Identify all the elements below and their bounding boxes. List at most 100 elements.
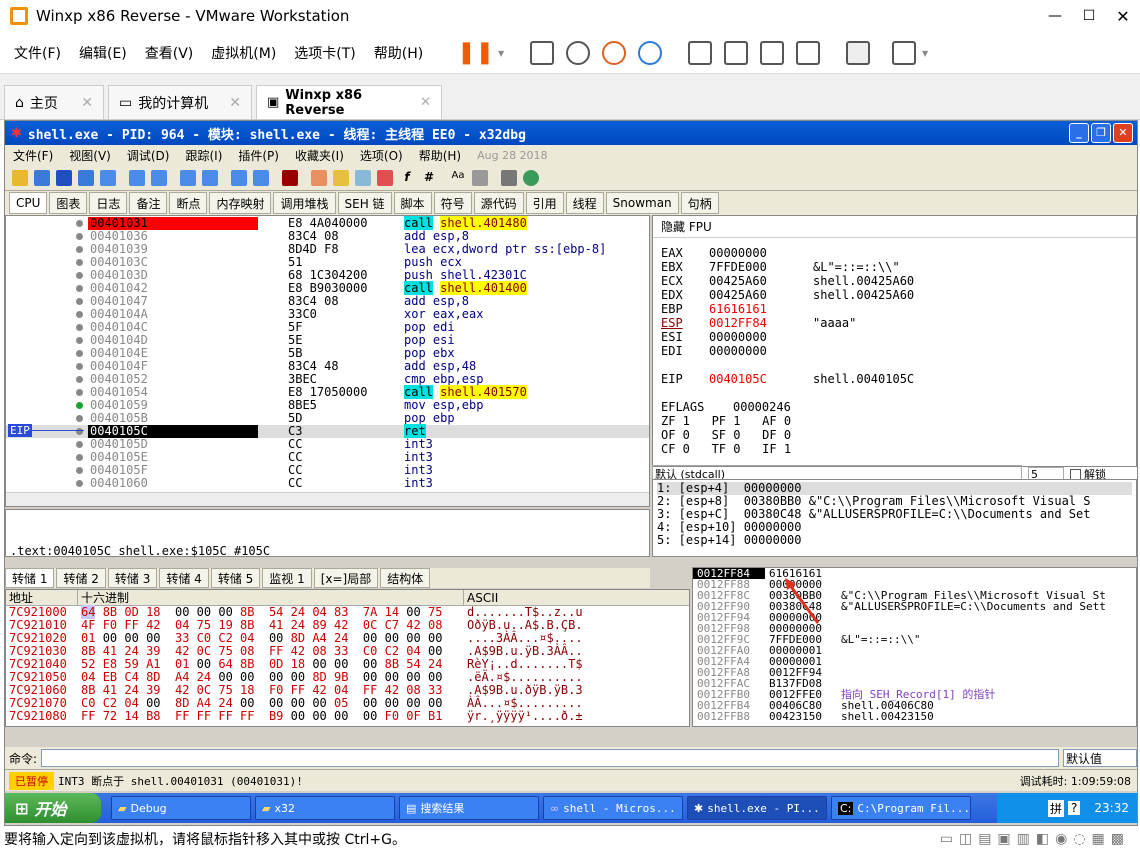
hex-byte[interactable]: FF xyxy=(240,709,254,723)
hex-byte[interactable]: B8 xyxy=(146,709,160,723)
hex-byte[interactable]: FF xyxy=(175,709,189,723)
menu-file[interactable]: 文件(F) xyxy=(13,147,53,164)
command-input[interactable] xyxy=(41,749,1059,767)
hex-byte[interactable]: 01 xyxy=(175,657,189,671)
hex-byte[interactable]: 9B xyxy=(334,670,348,684)
tab-home[interactable]: ⌂ 主页 ✕ xyxy=(4,85,104,119)
hex-byte[interactable]: 04 xyxy=(175,618,189,632)
hex-byte[interactable]: 0D xyxy=(269,657,283,671)
close-icon[interactable]: ✕ xyxy=(81,95,93,111)
hex-byte[interactable]: 42 xyxy=(175,644,189,658)
tab-snowman[interactable]: Snowman xyxy=(605,192,679,214)
hex-byte[interactable]: 0F xyxy=(406,709,420,723)
register-row[interactable]: ESI 00000000 xyxy=(661,330,1128,344)
hex-byte[interactable]: C2 xyxy=(218,631,232,645)
tab-cpu[interactable]: CPU xyxy=(9,192,48,214)
help-icon[interactable]: ? xyxy=(1068,801,1081,815)
hex-byte[interactable]: 04 xyxy=(240,631,254,645)
hex-byte[interactable]: 75 xyxy=(218,683,232,697)
eflags-row[interactable]: EFLAGS 00000246 xyxy=(661,400,1128,414)
hex-byte[interactable]: 75 xyxy=(197,618,211,632)
trace-over-icon[interactable] xyxy=(202,169,218,186)
breakpoint-dot[interactable] xyxy=(76,415,83,422)
stop-icon[interactable] xyxy=(56,169,72,186)
hex-byte[interactable]: 00 xyxy=(406,605,420,619)
breakpoint-dot[interactable] xyxy=(76,454,83,461)
hex-byte[interactable]: FF xyxy=(218,709,232,723)
hex-byte[interactable]: FF xyxy=(81,709,95,723)
font-icon[interactable]: Aa xyxy=(450,170,466,186)
breakpoint-dot[interactable] xyxy=(76,350,83,357)
hex-byte[interactable]: 54 xyxy=(406,657,420,671)
register-value[interactable]: 00000246 xyxy=(733,400,791,414)
register-value[interactable]: 0012FF84 xyxy=(709,316,813,330)
tab-references[interactable]: 引用 xyxy=(525,192,564,214)
run-to-user-icon[interactable] xyxy=(253,169,269,186)
hex-byte[interactable]: E8 xyxy=(103,657,117,671)
hex-byte[interactable]: A1 xyxy=(146,657,160,671)
hex-byte[interactable]: 00 xyxy=(334,709,348,723)
register-row[interactable]: EDX 00425A60 shell.00425A60 xyxy=(661,288,1128,302)
start-button[interactable]: ⊞ 开始 xyxy=(5,793,101,823)
hex-byte[interactable]: 24 xyxy=(334,631,348,645)
hex-byte[interactable]: 41 xyxy=(103,644,117,658)
hex-byte[interactable]: 75 xyxy=(428,605,442,619)
hex-byte[interactable]: 8B xyxy=(240,618,254,632)
hex-byte[interactable]: 33 xyxy=(428,683,442,697)
hex-byte[interactable]: B9 xyxy=(269,709,283,723)
tab-struct[interactable]: 结构体 xyxy=(380,568,431,588)
hex-byte[interactable]: 52 xyxy=(81,657,95,671)
dump-row[interactable]: 7C921080 FF 72 14 B8 FF FF FF FF B9 00 00… xyxy=(6,710,689,723)
breakpoint-dot[interactable] xyxy=(76,246,83,253)
flags-row[interactable]: ZF 1 PF 1 AF 0 xyxy=(661,414,1128,428)
hex-byte[interactable]: 08 xyxy=(312,644,326,658)
revert-snapshot-icon[interactable] xyxy=(602,40,627,65)
register-row[interactable]: ECX 00425A60 shell.00425A60 xyxy=(661,274,1128,288)
register-value[interactable]: 00000000 xyxy=(709,330,813,344)
snapshot-icon[interactable] xyxy=(566,40,591,65)
hex-byte[interactable]: 00 xyxy=(428,696,442,710)
hex-byte[interactable]: 8B xyxy=(385,657,399,671)
hex-byte[interactable]: 00 xyxy=(146,631,160,645)
hex-byte[interactable]: 24 xyxy=(291,618,305,632)
argument-row[interactable]: 5: [esp+14] 00000000 xyxy=(657,534,1132,547)
hex-byte[interactable]: 00 xyxy=(197,605,211,619)
hex-byte[interactable]: 8D xyxy=(175,696,189,710)
breakpoint-dot[interactable] xyxy=(76,480,83,487)
hash-icon[interactable]: # xyxy=(421,170,437,186)
execute-till-return-icon[interactable] xyxy=(231,169,247,186)
stack-view[interactable]: 0012FF84 61616161 0012FF88 00000000 0012FF8C… xyxy=(692,567,1137,727)
hex-byte[interactable]: 00 xyxy=(124,631,138,645)
hex-byte[interactable]: 24 xyxy=(124,644,138,658)
tab-threads[interactable]: 线程 xyxy=(565,192,604,214)
run-icon[interactable] xyxy=(78,169,94,186)
task-debug[interactable]: ▰ Debug xyxy=(111,796,251,820)
hex-byte[interactable]: 24 xyxy=(428,657,442,671)
hex-byte[interactable]: 00 xyxy=(428,644,442,658)
unlock-checkbox[interactable] xyxy=(1070,468,1081,480)
hex-byte[interactable]: C4 xyxy=(124,670,138,684)
hex-byte[interactable]: 00 xyxy=(269,696,283,710)
register-row[interactable]: EAX 00000000 xyxy=(661,246,1128,260)
register-value[interactable]: 7FFDE000 xyxy=(709,260,813,274)
hex-byte[interactable]: 39 xyxy=(146,644,160,658)
hex-byte[interactable]: 00 xyxy=(291,696,305,710)
hex-byte[interactable]: 59 xyxy=(124,657,138,671)
tab-dump-2[interactable]: 转储 2 xyxy=(56,568,106,588)
tab-graph[interactable]: 图表 xyxy=(49,192,88,214)
hex-byte[interactable]: 8B xyxy=(240,605,254,619)
hex-byte[interactable]: EB xyxy=(103,670,117,684)
hex-byte[interactable]: 42 xyxy=(291,644,305,658)
hex-byte[interactable]: 00 xyxy=(406,696,420,710)
hex-byte[interactable]: F0 xyxy=(103,618,117,632)
menu-favourites[interactable]: 收藏夹(I) xyxy=(295,147,344,164)
hex-byte[interactable]: 18 xyxy=(240,683,254,697)
hex-byte[interactable]: 00 xyxy=(175,605,189,619)
menu-edit[interactable]: 编辑(E) xyxy=(79,43,127,63)
breakpoint-dot[interactable] xyxy=(76,376,83,383)
label-icon[interactable] xyxy=(355,169,371,186)
task-x32[interactable]: ▰ x32 xyxy=(255,796,395,820)
hex-byte[interactable]: 00 xyxy=(363,696,377,710)
hex-byte[interactable]: 54 xyxy=(269,605,283,619)
close-button[interactable]: ✕ xyxy=(1113,123,1133,143)
